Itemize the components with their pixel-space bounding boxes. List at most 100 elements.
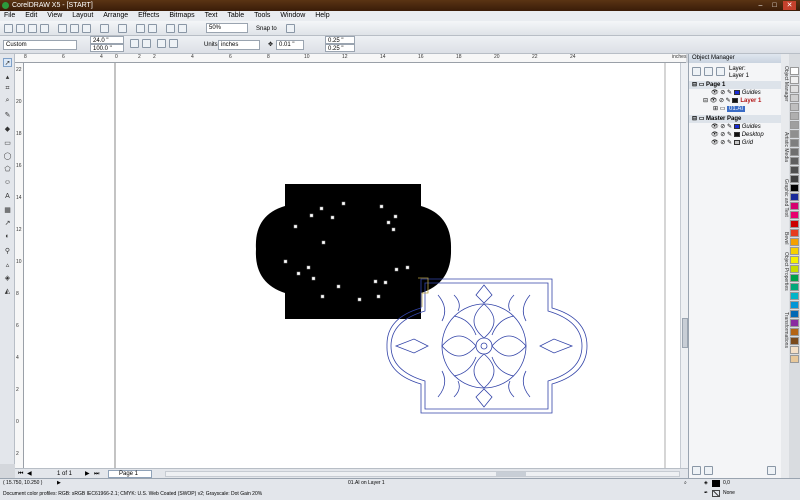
export-icon[interactable] — [148, 24, 157, 33]
shape-tool-icon[interactable]: ▴ — [3, 72, 12, 81]
crop-tool-icon[interactable]: ⌗ — [3, 84, 12, 93]
page-size-select[interactable]: Custom — [3, 40, 77, 50]
eyedropper-tool-icon[interactable]: ⚲ — [3, 246, 12, 255]
horizontal-ruler[interactable]: 8 6 4 2 0 2 4 6 8 10 12 14 16 18 20 22 2… — [15, 54, 686, 63]
prev-page-icon[interactable]: ◀ — [27, 470, 32, 478]
palette-color-chip[interactable] — [790, 148, 799, 156]
palette-color-chip[interactable] — [790, 76, 799, 84]
palette-color-chip[interactable] — [790, 67, 799, 75]
units-select[interactable]: inches — [218, 40, 260, 50]
tab-object-manager[interactable]: Object Manager — [781, 66, 789, 102]
new-layer-icon[interactable] — [692, 466, 701, 475]
palette-color-chip[interactable] — [790, 220, 799, 228]
menu-edit[interactable]: Edit — [21, 11, 41, 21]
maximize-button[interactable]: □ — [768, 1, 781, 10]
options-icon[interactable] — [286, 24, 295, 33]
paste-icon[interactable] — [82, 24, 91, 33]
new-icon[interactable] — [4, 24, 13, 33]
menu-text[interactable]: Text — [201, 11, 222, 21]
fill-color-swatch[interactable] — [712, 480, 720, 487]
edit-across-layers-icon[interactable] — [704, 67, 713, 76]
nudge-distance-field[interactable]: 0.01 " — [276, 40, 304, 50]
palette-color-chip[interactable] — [790, 247, 799, 255]
palette-color-chip[interactable] — [790, 193, 799, 201]
next-page-icon[interactable]: ▶ — [85, 470, 90, 478]
palette-color-chip[interactable] — [790, 265, 799, 273]
close-button[interactable]: ✕ — [783, 1, 796, 10]
new-master-layer-icon[interactable] — [704, 466, 713, 475]
all-pages-icon[interactable] — [157, 39, 166, 48]
tree-page-1[interactable]: ⊟ ▭ Page 1 — [689, 81, 782, 89]
palette-color-chip[interactable] — [790, 211, 799, 219]
ellipse-tool-icon[interactable]: ◯ — [3, 151, 12, 160]
palette-color-chip[interactable] — [790, 112, 799, 120]
copy-icon[interactable] — [70, 24, 79, 33]
duplicate-x-field[interactable]: 0.25 " — [325, 36, 355, 44]
menu-help[interactable]: Help — [311, 11, 333, 21]
palette-color-chip[interactable] — [790, 157, 799, 165]
freehand-tool-icon[interactable]: ✎ — [3, 110, 12, 119]
menu-bitmaps[interactable]: Bitmaps — [165, 11, 198, 21]
menu-tools[interactable]: Tools — [250, 11, 274, 21]
print-icon[interactable] — [40, 24, 49, 33]
horizontal-scrollbar[interactable] — [165, 471, 680, 477]
palette-color-chip[interactable] — [790, 103, 799, 111]
smart-fill-tool-icon[interactable]: ◆ — [3, 124, 12, 133]
tab-artistic-media[interactable]: Artistic Media — [781, 132, 789, 162]
palette-color-chip[interactable] — [790, 166, 799, 174]
palette-color-chip[interactable] — [790, 130, 799, 138]
play-icon[interactable]: ▶ — [57, 480, 61, 487]
outline-color-swatch[interactable] — [712, 490, 720, 497]
minimize-button[interactable]: – — [754, 1, 767, 10]
menu-window[interactable]: Window — [276, 11, 309, 21]
menu-view[interactable]: View — [43, 11, 66, 21]
palette-color-chip[interactable] — [790, 292, 799, 300]
palette-color-chip[interactable] — [790, 175, 799, 183]
table-tool-icon[interactable]: ▦ — [3, 205, 12, 214]
tree-layer-1[interactable]: ⊟ 👁 ⊘ ✎ Layer 1 — [689, 97, 782, 105]
palette-color-chip[interactable] — [790, 202, 799, 210]
color-profiles-info[interactable]: Document color profiles: RGB: sRGB IEC61… — [3, 491, 262, 498]
duplicate-y-field[interactable]: 0.25 " — [325, 44, 355, 52]
zoom-icon[interactable]: ⌕ — [684, 480, 687, 487]
palette-color-chip[interactable] — [790, 346, 799, 354]
tree-master-grid[interactable]: 👁 ⊘ ✎ Grid — [689, 139, 782, 147]
menu-file[interactable]: File — [0, 11, 19, 21]
palette-color-chip[interactable] — [790, 283, 799, 291]
zoom-level-select[interactable]: 50% — [206, 23, 248, 33]
redo-icon[interactable] — [118, 24, 127, 33]
undo-icon[interactable] — [100, 24, 109, 33]
palette-color-chip[interactable] — [790, 310, 799, 318]
palette-color-chip[interactable] — [790, 328, 799, 336]
palette-color-chip[interactable] — [790, 184, 799, 192]
interactive-fill-tool-icon[interactable]: ◭ — [3, 286, 12, 295]
palette-color-chip[interactable] — [790, 121, 799, 129]
text-tool-icon[interactable]: A — [3, 192, 12, 201]
basic-shapes-tool-icon[interactable]: ☺ — [3, 178, 12, 187]
palette-color-chip[interactable] — [790, 85, 799, 93]
dimension-tool-icon[interactable]: ↗ — [3, 218, 12, 227]
horizontal-scroll-thumb[interactable] — [496, 472, 526, 476]
portrait-icon[interactable] — [130, 39, 139, 48]
menu-table[interactable]: Table — [223, 11, 248, 21]
palette-color-chip[interactable] — [790, 94, 799, 102]
tree-object-01ai[interactable]: ⊞ ▭ 01.AI — [689, 105, 782, 113]
tab-graphic-and-text[interactable]: Graphic and Text — [781, 179, 789, 217]
menu-effects[interactable]: Effects — [134, 11, 163, 21]
tab-page-1[interactable]: Page 1 — [108, 470, 152, 478]
palette-color-chip[interactable] — [790, 229, 799, 237]
tree-master-guides[interactable]: 👁 ⊘ ✎ Guides — [689, 123, 782, 131]
palette-color-chip[interactable] — [790, 301, 799, 309]
snap-to-dropdown[interactable]: Snap to — [256, 25, 277, 33]
drawing-canvas[interactable] — [24, 63, 680, 468]
fill-tool-icon[interactable]: ◈ — [3, 273, 12, 282]
palette-color-chip[interactable] — [790, 319, 799, 327]
rectangle-tool-icon[interactable]: ▭ — [3, 138, 12, 147]
palette-color-chip[interactable] — [790, 337, 799, 345]
show-object-properties-icon[interactable] — [692, 67, 701, 76]
palette-color-chip[interactable] — [790, 274, 799, 282]
menu-arrange[interactable]: Arrange — [99, 11, 132, 21]
application-launcher-icon[interactable] — [166, 24, 175, 33]
palette-color-chip[interactable] — [790, 355, 799, 363]
page-width-field[interactable]: 24.0 " — [90, 36, 124, 44]
